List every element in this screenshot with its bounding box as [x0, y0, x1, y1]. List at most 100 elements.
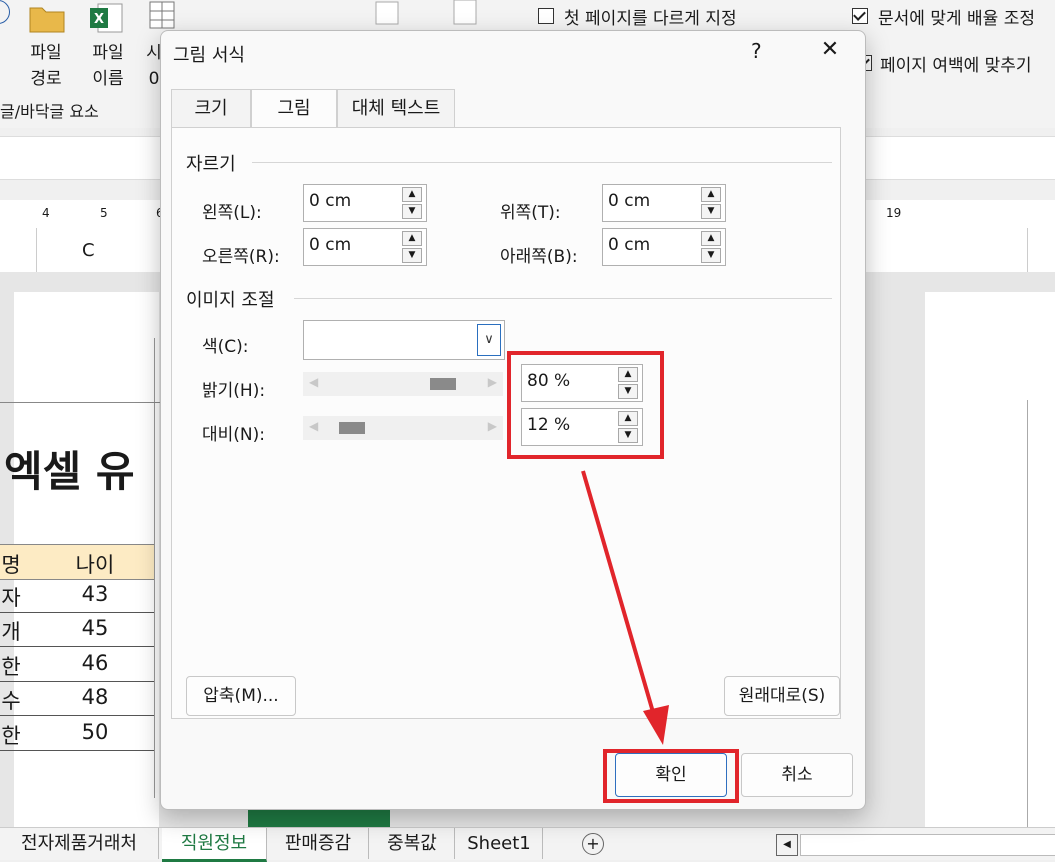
contrast-slider[interactable]: ◀ ▶ — [303, 416, 503, 440]
crop-top-label: 위쪽(T): — [500, 203, 561, 223]
name-cell: 자 — [1, 586, 21, 610]
table-row[interactable]: 자 43 — [0, 578, 154, 613]
crop-left-label: 왼쪽(L): — [202, 203, 262, 223]
sheet-tab[interactable]: 중복값 — [370, 828, 455, 859]
age-cell: 50 — [81, 719, 109, 744]
crop-bottom-label: 아래쪽(B): — [500, 247, 578, 267]
table-row[interactable]: 한 46 — [0, 647, 154, 682]
annotation-ok-highlight-box — [603, 749, 739, 803]
contrast-slider-thumb[interactable] — [339, 422, 366, 434]
annotation-arrow-icon — [581, 470, 669, 745]
close-icon[interactable]: ✕ — [816, 37, 844, 65]
file-path-label-2: 경로 — [30, 69, 62, 89]
spin-down-icon[interactable]: ▼ — [701, 248, 721, 263]
add-sheet-icon[interactable]: + — [582, 833, 604, 855]
file-name-label-1: 파일 — [92, 43, 124, 63]
name-cell: 수 — [1, 689, 21, 714]
table-row[interactable]: 수 48 — [0, 681, 154, 717]
compress-button[interactable]: 압축(M)... — [186, 676, 296, 716]
brightness-label: 밝기(H): — [202, 381, 266, 401]
name-cell: 한 — [1, 723, 21, 748]
age-cell: 45 — [81, 616, 109, 641]
scale-doc-label: 문서에 맞게 배율 조정 — [878, 9, 1035, 29]
crop-bottom-value: 0 cm — [608, 235, 651, 255]
chevron-down-icon[interactable]: ∨ — [477, 324, 501, 356]
sheet-title: 엑셀 유 — [4, 447, 135, 496]
crop-bottom-spinner[interactable]: 0 cm ▲ ▼ — [602, 228, 726, 266]
name-cell: 한 — [1, 654, 21, 679]
crop-section-title: 자르기 — [186, 154, 236, 175]
annotation-highlight-box — [507, 351, 664, 459]
file-name-button[interactable]: 파일 이름 — [88, 40, 128, 92]
sheet-grid-icon[interactable] — [148, 0, 184, 30]
age-cell: 46 — [81, 650, 109, 675]
spin-up-icon[interactable]: ▲ — [701, 231, 721, 246]
sheet-tab[interactable]: 직원정보 — [162, 828, 267, 862]
color-label: 색(C): — [202, 337, 249, 357]
sheet-tab[interactable]: 전자제품거래처 — [0, 828, 159, 859]
print-page: 엑셀 유 명 나이 자 43 개 45 한 46 수 48 한 50 — [0, 292, 160, 827]
picture-panel: 자르기 왼쪽(L): 0 cm ▲ ▼ 위쪽(T): 0 cm ▲ ▼ 오른쪽(R)… — [171, 127, 841, 719]
tab-alt-text[interactable]: 대체 텍스트 — [337, 89, 455, 127]
header-age: 나이 — [75, 553, 115, 577]
ribbon-group-label: 글/바닥글 요소 — [0, 102, 99, 121]
column-header-c[interactable]: C — [82, 240, 95, 261]
partial-icon — [0, 0, 10, 24]
spin-down-icon[interactable]: ▼ — [402, 248, 422, 263]
table-header-row: 명 나이 — [0, 544, 154, 580]
name-cell: 개 — [1, 620, 21, 645]
slider-right-icon[interactable]: ▶ — [488, 419, 497, 433]
slider-left-icon[interactable]: ◀ — [309, 419, 318, 433]
doc-icons-placeholder — [372, 0, 492, 29]
slider-left-icon[interactable]: ◀ — [309, 375, 318, 389]
file-path-label-1: 파일 — [30, 43, 62, 63]
crop-top-spinner[interactable]: 0 cm ▲ ▼ — [602, 184, 726, 222]
excel-image-partial[interactable] — [248, 808, 390, 828]
sheet-tab[interactable]: 판매증감 — [268, 828, 369, 859]
horizontal-scrollbar[interactable] — [800, 834, 1055, 856]
first-page-checkbox[interactable] — [538, 8, 554, 24]
sheet-tab-bar: 전자제품거래처 직원정보 판매증감 중복값 Sheet1 + ◀ — [0, 827, 1055, 862]
sheet-tab[interactable]: Sheet1 — [456, 828, 543, 859]
folder-icon[interactable] — [28, 2, 65, 33]
spin-down-icon[interactable]: ▼ — [701, 204, 721, 219]
spin-down-icon[interactable]: ▼ — [402, 204, 422, 219]
align-margin-label: 페이지 여백에 맞추기 — [880, 56, 1032, 76]
brightness-slider-thumb[interactable] — [430, 378, 457, 390]
scroll-left-icon[interactable]: ◀ — [776, 834, 798, 856]
cancel-button[interactable]: 취소 — [741, 753, 853, 797]
table-row[interactable]: 개 45 — [0, 612, 154, 648]
reset-button[interactable]: 원래대로(S) — [724, 676, 840, 716]
crop-left-value: 0 cm — [309, 191, 352, 211]
ruler-tick: 5 — [100, 206, 108, 220]
tab-size[interactable]: 크기 — [171, 89, 251, 127]
crop-top-value: 0 cm — [608, 191, 651, 211]
header-name: 명 — [1, 553, 21, 577]
adjust-section-title: 이미지 조절 — [186, 290, 275, 311]
format-picture-dialog: 그림 서식 ? ✕ 크기 그림 대체 텍스트 자르기 왼쪽(L): 0 cm ▲… — [160, 30, 866, 810]
file-path-button[interactable]: 파일 경로 — [26, 40, 66, 92]
tab-picture[interactable]: 그림 — [251, 89, 337, 129]
crop-right-value: 0 cm — [309, 235, 352, 255]
first-page-label: 첫 페이지를 다르게 지정 — [564, 9, 737, 29]
color-select[interactable]: ∨ — [303, 320, 505, 360]
ruler-tick: 4 — [42, 206, 50, 220]
table-row[interactable]: 한 50 — [0, 716, 154, 751]
crop-right-spinner[interactable]: 0 cm ▲ ▼ — [303, 228, 427, 266]
brightness-slider[interactable]: ◀ ▶ — [303, 372, 503, 396]
svg-text:X: X — [94, 12, 104, 27]
file-name-label-2: 이름 — [92, 69, 124, 89]
spin-up-icon[interactable]: ▲ — [402, 231, 422, 246]
contrast-label: 대비(N): — [202, 425, 265, 445]
slider-right-icon[interactable]: ▶ — [488, 375, 497, 389]
ruler-tick: 19 — [886, 206, 902, 220]
spin-up-icon[interactable]: ▲ — [402, 187, 422, 202]
help-icon[interactable]: ? — [751, 39, 762, 63]
dialog-title: 그림 서식 — [173, 45, 245, 66]
spin-up-icon[interactable]: ▲ — [701, 187, 721, 202]
crop-left-spinner[interactable]: 0 cm ▲ ▼ — [303, 184, 427, 222]
age-cell: 48 — [81, 685, 109, 710]
excel-file-icon[interactable]: X — [88, 2, 124, 33]
crop-right-label: 오른쪽(R): — [202, 247, 280, 267]
scale-doc-checkbox[interactable] — [852, 8, 868, 24]
